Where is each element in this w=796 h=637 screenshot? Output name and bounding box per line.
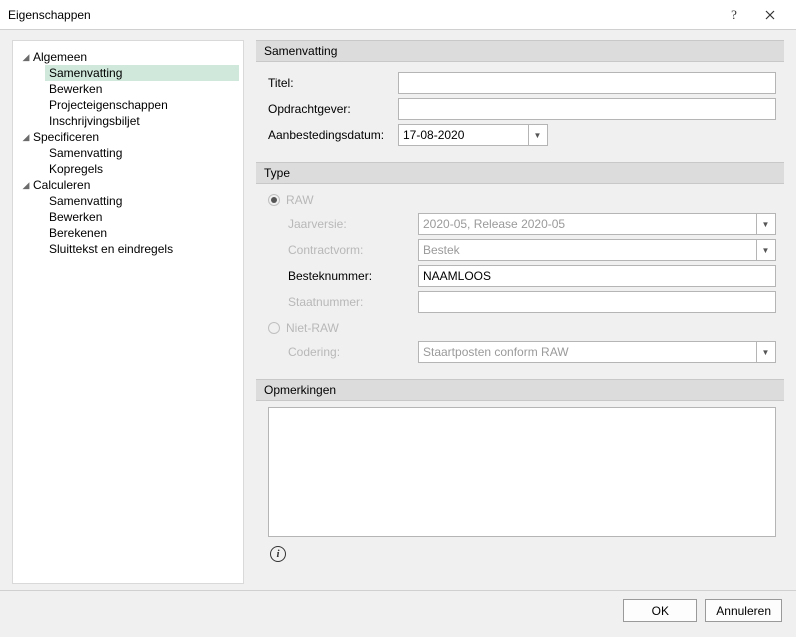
opdrachtgever-label: Opdrachtgever: <box>268 102 398 116</box>
opmerkingen-textarea[interactable] <box>268 407 776 537</box>
expand-icon: ◢ <box>19 52 33 63</box>
tree-item-inschrijvingsbiljet[interactable]: Inschrijvingsbiljet <box>45 113 239 129</box>
aanbestedingsdatum-value: 17-08-2020 <box>403 128 528 142</box>
expand-icon: ◢ <box>19 132 33 143</box>
chevron-down-icon: ▼ <box>756 240 774 260</box>
help-button[interactable]: ? <box>716 2 752 28</box>
staatnummer-label: Staatnummer: <box>288 295 418 309</box>
info-icon[interactable]: i <box>270 546 286 562</box>
cancel-button[interactable]: Annuleren <box>705 599 782 622</box>
radio-raw <box>268 194 280 206</box>
radio-nietraw-label: Niet-RAW <box>286 321 339 335</box>
tree-group-calculeren[interactable]: ◢ Calculeren <box>17 177 239 193</box>
tree-item-samenvatting-spec[interactable]: Samenvatting <box>45 145 239 161</box>
codering-label: Codering: <box>288 345 418 359</box>
nav-tree[interactable]: ◢ Algemeen Samenvatting Bewerken Project… <box>12 40 244 584</box>
tree-item-bewerken[interactable]: Bewerken <box>45 81 239 97</box>
expand-icon: ◢ <box>19 180 33 191</box>
main-panel: Samenvatting Titel: Opdrachtgever: Aanbe… <box>256 40 784 584</box>
contractvorm-combo: Bestek ▼ <box>418 239 776 261</box>
radio-raw-label: RAW <box>286 193 314 207</box>
tree-group-label: Specificeren <box>33 130 99 144</box>
tree-group-label: Algemeen <box>33 50 87 64</box>
section-opmerkingen: Opmerkingen i <box>256 379 784 566</box>
tree-item-kopregels[interactable]: Kopregels <box>45 161 239 177</box>
chevron-down-icon: ▼ <box>756 214 774 234</box>
chevron-down-icon[interactable]: ▼ <box>528 125 546 145</box>
titlebar: Eigenschappen ? <box>0 0 796 30</box>
contractvorm-value: Bestek <box>423 243 756 257</box>
ok-button[interactable]: OK <box>623 599 697 622</box>
content-area: ◢ Algemeen Samenvatting Bewerken Project… <box>0 30 796 590</box>
close-icon <box>765 10 775 20</box>
tree-item-bewerken-calc[interactable]: Bewerken <box>45 209 239 225</box>
close-button[interactable] <box>752 2 788 28</box>
tree-group-specificeren[interactable]: ◢ Specificeren <box>17 129 239 145</box>
titel-label: Titel: <box>268 76 398 90</box>
jaarversie-combo: 2020-05, Release 2020-05 ▼ <box>418 213 776 235</box>
dialog-footer: OK Annuleren <box>0 590 796 630</box>
chevron-down-icon: ▼ <box>756 342 774 362</box>
besteknummer-input[interactable] <box>418 265 776 287</box>
window-title: Eigenschappen <box>8 8 716 22</box>
tree-item-samenvatting[interactable]: Samenvatting <box>45 65 239 81</box>
section-type: Type RAW Jaarversie: 2020-05, Release 20… <box>256 162 784 371</box>
contractvorm-label: Contractvorm: <box>288 243 418 257</box>
besteknummer-label: Besteknummer: <box>288 269 418 283</box>
aanbestedingsdatum-picker[interactable]: 17-08-2020 ▼ <box>398 124 548 146</box>
section-header-opmerkingen: Opmerkingen <box>256 379 784 401</box>
section-header-type: Type <box>256 162 784 184</box>
aanbestedingsdatum-label: Aanbestedingsdatum: <box>268 128 398 142</box>
tree-item-samenvatting-calc[interactable]: Samenvatting <box>45 193 239 209</box>
tree-item-sluittekst[interactable]: Sluittekst en eindregels <box>45 241 239 257</box>
tree-group-label: Calculeren <box>33 178 90 192</box>
opdrachtgever-input[interactable] <box>398 98 776 120</box>
radio-nietraw <box>268 322 280 334</box>
staatnummer-input <box>418 291 776 313</box>
jaarversie-value: 2020-05, Release 2020-05 <box>423 217 756 231</box>
tree-item-berekenen[interactable]: Berekenen <box>45 225 239 241</box>
section-header-samenvatting: Samenvatting <box>256 40 784 62</box>
titel-input[interactable] <box>398 72 776 94</box>
codering-value: Staartposten conform RAW <box>423 345 756 359</box>
tree-group-algemeen[interactable]: ◢ Algemeen <box>17 49 239 65</box>
jaarversie-label: Jaarversie: <box>288 217 418 231</box>
codering-combo: Staartposten conform RAW ▼ <box>418 341 776 363</box>
tree-item-projecteigenschappen[interactable]: Projecteigenschappen <box>45 97 239 113</box>
section-samenvatting: Samenvatting Titel: Opdrachtgever: Aanbe… <box>256 40 784 154</box>
